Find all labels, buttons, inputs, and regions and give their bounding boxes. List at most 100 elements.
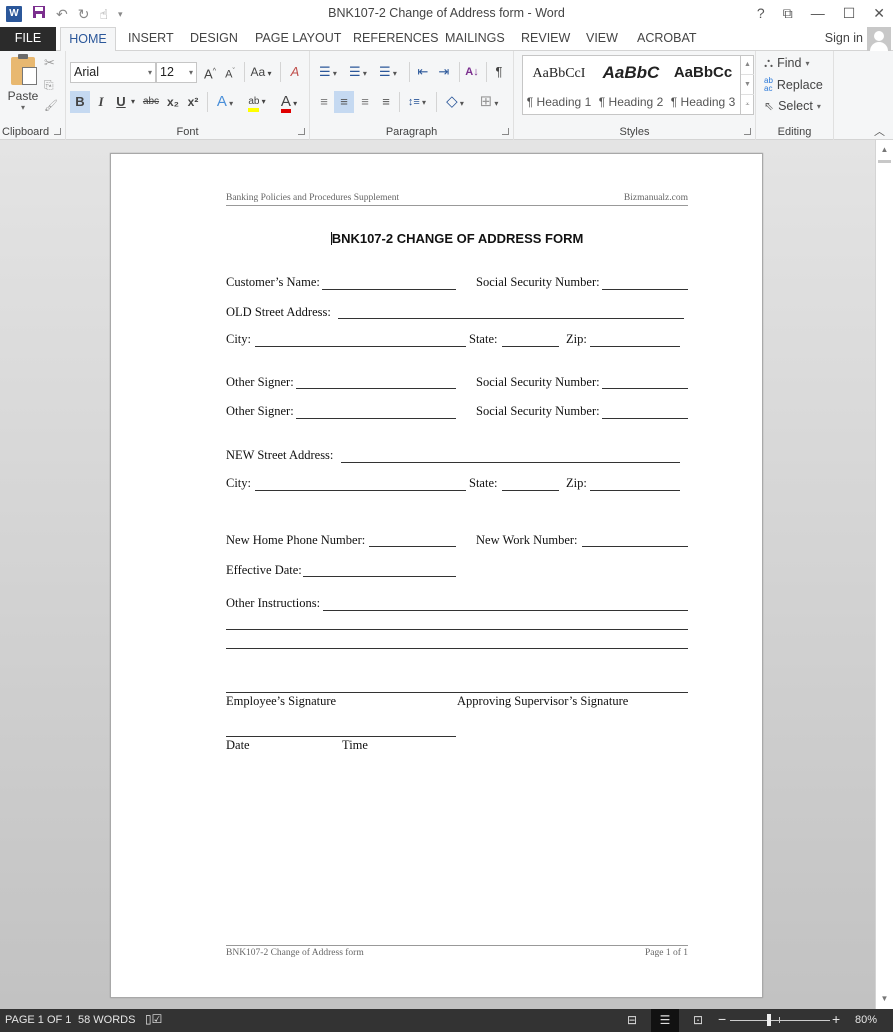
word-count[interactable]: 58 WORDS — [78, 1014, 135, 1026]
font-launcher-icon[interactable] — [298, 128, 305, 135]
style-heading-2[interactable]: AaBbC ¶ Heading 2 — [595, 56, 667, 114]
paragraph-launcher-icon[interactable] — [502, 128, 509, 135]
tab-file[interactable]: FILE — [0, 27, 56, 51]
font-color-button[interactable]: A ▾ — [274, 91, 304, 113]
align-right-button[interactable]: ≡ — [355, 91, 375, 113]
justify-button[interactable]: ≡ — [376, 91, 396, 113]
copy-icon[interactable]: ⎘ — [44, 78, 54, 93]
numbering-button[interactable]: ☰ ▾ — [344, 61, 372, 83]
zoom-slider[interactable] — [730, 1020, 830, 1021]
style-heading-1[interactable]: AaBbCcI ¶ Heading 1 — [523, 56, 595, 114]
tab-mailings[interactable]: MAILINGS — [435, 27, 515, 51]
grow-font-button[interactable]: A^ — [201, 61, 219, 83]
clear-formatting-button[interactable]: A — [286, 61, 304, 83]
increase-indent-button[interactable]: ⇥ — [434, 61, 454, 83]
maximize-button[interactable]: ☐ — [843, 4, 856, 22]
text-effects-button[interactable]: A ▾ — [212, 91, 238, 113]
tab-references[interactable]: REFERENCES — [343, 27, 448, 51]
collapse-ribbon-icon[interactable]: ︿ — [874, 123, 885, 139]
format-painter-icon[interactable]: 🖌 — [44, 99, 58, 112]
borders-button[interactable]: ⊞ ▾ — [474, 91, 504, 113]
minimize-button[interactable]: — — [811, 4, 825, 22]
replace-button[interactable]: ab ac Replace — [764, 77, 823, 93]
document-page[interactable]: Banking Policies and Procedures Suppleme… — [110, 153, 763, 998]
avatar[interactable] — [867, 27, 891, 51]
new-city-field[interactable] — [255, 490, 466, 491]
old-zip-field[interactable] — [590, 346, 680, 347]
other-instructions-line-3[interactable] — [226, 648, 688, 649]
select-button[interactable]: ⇖ Select ▾ — [764, 99, 821, 113]
ribbon-display-options-button[interactable]: ⧉ — [783, 4, 793, 22]
multilevel-list-button[interactable]: ☰ ▾ — [374, 61, 402, 83]
tab-acrobat[interactable]: ACROBAT — [627, 27, 707, 51]
scroll-thumb[interactable] — [878, 160, 891, 163]
new-zip-field[interactable] — [590, 490, 680, 491]
gallery-more-icon[interactable]: ⩡ — [741, 95, 754, 115]
home-phone-field[interactable] — [369, 546, 456, 547]
find-button[interactable]: ⛬ Find ▾ — [764, 55, 809, 71]
superscript-button[interactable]: x² — [184, 91, 202, 113]
highlight-button[interactable]: ab ▾ — [242, 91, 272, 113]
old-state-field[interactable] — [502, 346, 559, 347]
ssn-3-field[interactable] — [602, 418, 688, 419]
print-layout-icon[interactable]: ☰ — [651, 1009, 679, 1032]
tab-home[interactable]: HOME — [60, 27, 116, 52]
effective-date-field[interactable] — [303, 576, 456, 577]
decrease-indent-button[interactable]: ⇤ — [413, 61, 433, 83]
date-time-line[interactable] — [226, 736, 456, 737]
other-signer-2-field[interactable] — [296, 418, 456, 419]
ssn-field[interactable] — [602, 289, 688, 290]
vertical-scrollbar[interactable]: ▲ ▼ — [875, 140, 893, 1009]
zoom-in-button[interactable]: + — [832, 1011, 840, 1027]
old-city-field[interactable] — [255, 346, 466, 347]
tab-design[interactable]: DESIGN — [180, 27, 248, 51]
other-instructions-line-2[interactable] — [226, 629, 688, 630]
paste-button[interactable]: Paste ▾ — [4, 54, 42, 119]
work-number-field[interactable] — [582, 546, 688, 547]
align-center-button[interactable]: ≡ — [334, 91, 354, 113]
tab-page-layout[interactable]: PAGE LAYOUT — [245, 27, 351, 51]
align-left-button[interactable]: ≡ — [314, 91, 334, 113]
zoom-out-button[interactable]: − — [718, 1011, 726, 1027]
italic-button[interactable]: I — [93, 91, 109, 113]
font-name-combo[interactable]: Arial ▾ — [70, 62, 156, 83]
zoom-level[interactable]: 80% — [855, 1014, 877, 1026]
signature-line[interactable] — [226, 692, 688, 693]
tab-review[interactable]: REVIEW — [511, 27, 580, 51]
read-mode-icon[interactable]: ⊟ — [618, 1009, 646, 1032]
proofing-icon[interactable]: ▯☑ — [145, 1012, 162, 1026]
scroll-down-icon[interactable]: ▼ — [876, 991, 893, 1007]
close-button[interactable]: ✕ — [873, 4, 885, 22]
shrink-font-button[interactable]: Aˇ — [221, 61, 239, 83]
cut-icon[interactable]: ✂ — [44, 55, 55, 71]
tab-view[interactable]: VIEW — [576, 27, 628, 51]
other-instructions-field[interactable] — [323, 610, 688, 611]
change-case-button[interactable]: Aa ▾ — [247, 61, 275, 83]
underline-button[interactable]: U — [113, 91, 129, 113]
gallery-down-icon[interactable]: ▼ — [741, 75, 754, 95]
style-heading-3[interactable]: AaBbCc ¶ Heading 3 — [667, 56, 739, 114]
underline-dropdown[interactable]: ▾ — [129, 91, 137, 113]
old-street-field[interactable] — [338, 318, 684, 319]
sign-in-link[interactable]: Sign in — [825, 31, 863, 45]
line-spacing-button[interactable]: ↕≡ ▾ — [402, 91, 432, 113]
scroll-up-icon[interactable]: ▲ — [876, 142, 893, 158]
show-formatting-marks-button[interactable]: ¶ — [490, 61, 508, 83]
customer-name-field[interactable] — [322, 289, 456, 290]
page-count[interactable]: PAGE 1 OF 1 — [5, 1014, 71, 1026]
new-state-field[interactable] — [502, 490, 559, 491]
subscript-button[interactable]: x₂ — [164, 91, 182, 113]
shading-button[interactable]: ◇ ▾ — [440, 91, 470, 113]
ssn-2-field[interactable] — [602, 388, 688, 389]
clipboard-launcher-icon[interactable] — [54, 128, 61, 135]
bullets-button[interactable]: ☰ ▾ — [314, 61, 342, 83]
zoom-slider-thumb[interactable] — [767, 1014, 771, 1026]
help-button[interactable]: ? — [757, 4, 765, 22]
web-layout-icon[interactable]: ⊡ — [684, 1009, 712, 1032]
bold-button[interactable]: B — [70, 91, 90, 113]
strikethrough-button[interactable]: abc — [140, 91, 162, 113]
font-size-combo[interactable]: 12 ▾ — [156, 62, 197, 83]
gallery-up-icon[interactable]: ▲ — [741, 55, 754, 75]
tab-insert[interactable]: INSERT — [118, 27, 184, 51]
styles-launcher-icon[interactable] — [744, 128, 751, 135]
